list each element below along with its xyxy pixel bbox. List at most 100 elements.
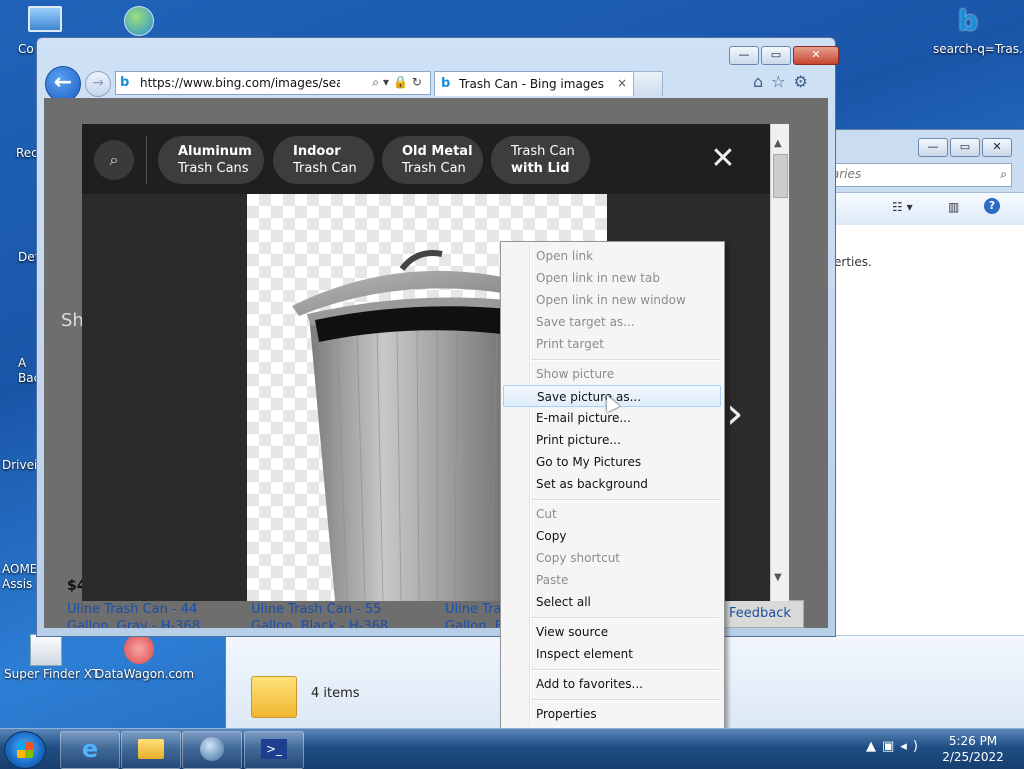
maximize-button[interactable]: ▭ [950,138,980,157]
taskbar-explorer[interactable] [121,731,181,769]
desktop-icon-label[interactable]: Drivei [2,458,37,472]
menu-item-view-source[interactable]: View source [503,621,721,643]
desktop-icon-bing-shortcut[interactable]: b [958,6,988,38]
clock[interactable]: 5:26 PM 2/25/2022 [930,733,1016,765]
close-icon[interactable]: ✕ [708,144,738,174]
scroll-thumb[interactable] [773,154,788,198]
new-tab-button[interactable] [633,71,663,96]
menu-item-open-link-new-window[interactable]: Open link in new window [503,289,721,311]
start-button[interactable] [4,731,46,769]
powershell-icon: >_ [261,739,287,759]
close-button[interactable]: ✕ [793,46,839,65]
taskbar: e >_ ▲▣◂) 5:26 PM 2/25/2022 [0,728,1024,769]
maximize-button[interactable]: ▭ [761,46,791,65]
address-bar[interactable]: b https://www.bing.com/images/search?vi … [115,71,431,95]
view-options-icon[interactable]: ☷ ▾ [892,200,913,214]
feedback-button[interactable]: Feedback [716,600,804,628]
ie-icon: e [81,735,99,763]
bing-favicon-icon: b [120,75,130,90]
tab-bing-images[interactable]: b Trash Can - Bing images × [434,71,634,96]
help-icon[interactable]: ? [984,198,1000,214]
chip-trash-can-with-lid[interactable]: Trash Can with Lid [491,136,590,184]
tray-expand-icon[interactable]: ▲ [866,739,882,754]
menu-item-select-all[interactable]: Select all [503,591,721,613]
address-actions-icon[interactable]: ⌕▾🔒↻ [372,75,426,90]
home-icon[interactable]: ⌂ [753,72,771,91]
chip-aluminum-trash-cans[interactable]: Aluminum Trash Cans [158,136,264,184]
desktop-icon-label[interactable]: A Bac [18,356,40,386]
desktop-icon-computer[interactable] [28,6,64,36]
menu-item-properties[interactable]: Properties [503,703,721,725]
vertical-scrollbar[interactable]: ▲ ▼ [770,124,789,601]
search-icon[interactable]: ⌕ [94,140,134,180]
computer-icon [28,6,62,32]
url-text: https://www.bing.com/images/search?vi [140,76,340,90]
clock-time: 5:26 PM [948,734,998,748]
taskbar-ie[interactable]: e [60,731,120,769]
item-count: 4 items [311,686,360,701]
desktop-icon-label[interactable]: search-q=Tras... [933,42,1024,56]
search-icon: ⌕ [1000,167,1007,181]
folder-icon [138,739,164,759]
next-image-arrow-icon[interactable]: › [726,392,744,436]
system-tray: ▲▣◂) [866,739,924,754]
tab-title: Trash Can - Bing images [459,77,605,91]
menu-divider [531,499,719,501]
desktop-icon-label[interactable]: Rec [16,146,38,160]
menu-item-print-picture[interactable]: Print picture... [503,429,721,451]
menu-item-go-to-my-pictures[interactable]: Go to My Pictures [503,451,721,473]
desktop-icon-label[interactable]: Super Finder XT [4,667,99,681]
minimize-button[interactable]: — [918,138,948,157]
content-text: erties. [834,255,872,269]
taskbar-powershell[interactable]: >_ [244,731,304,769]
volume-icon[interactable]: ◂) [900,739,924,754]
globe-icon [124,6,154,36]
chip-indoor-trash-can[interactable]: Indoor Trash Can [273,136,374,184]
minimize-button[interactable]: — [729,46,759,65]
menu-item-paste[interactable]: Paste [503,569,721,591]
scroll-down-icon[interactable]: ▼ [774,572,782,583]
network-icon[interactable]: ▣ [882,739,900,754]
menu-item-email-picture[interactable]: E-mail picture... [503,407,721,429]
menu-divider [531,359,719,361]
close-button[interactable]: ✕ [982,138,1012,157]
tab-close-icon[interactable]: × [617,76,627,90]
forward-button[interactable]: → [85,71,111,97]
chip-old-metal-trash-can[interactable]: Old Metal Trash Can [382,136,483,184]
scroll-up-icon[interactable]: ▲ [774,138,782,149]
desktop-icon-label: Co [18,42,34,56]
menu-item-open-link[interactable]: Open link [503,245,721,267]
desktop-icon-network[interactable] [124,6,154,36]
menu-item-copy-shortcut[interactable]: Copy shortcut [503,547,721,569]
gear-icon[interactable]: ⚙ [794,72,816,91]
menu-item-save-target[interactable]: Save target as... [503,311,721,333]
taskbar-app[interactable] [182,731,242,769]
sphere-icon [200,737,224,761]
back-button[interactable]: ← [45,66,81,102]
menu-item-cut[interactable]: Cut [503,503,721,525]
desktop-icon-super-finder[interactable] [30,634,62,666]
menu-item-inspect-element[interactable]: Inspect element [503,643,721,665]
menu-divider [531,617,719,619]
clock-date: 2/25/2022 [942,750,1004,764]
menu-item-open-link-new-tab[interactable]: Open link in new tab [503,267,721,289]
bing-icon: b [958,4,979,37]
folder-icon [251,676,297,718]
desktop-icon-label[interactable]: DataWagon.com [95,667,194,681]
menu-divider [531,669,719,671]
page-heading: Sh [61,310,84,331]
menu-item-print-target[interactable]: Print target [503,333,721,355]
related-searches-bar: ⌕ Aluminum Trash Cans Indoor Trash Can O… [82,124,772,194]
favorites-star-icon[interactable]: ☆ [771,72,793,91]
result-caption[interactable]: Uline Tras Gallon, Bl [445,601,508,628]
menu-item-show-picture[interactable]: Show picture [503,363,721,385]
preview-pane-icon[interactable]: ▥ [948,200,959,214]
search-input[interactable]: raries ⌕ [822,163,1012,187]
result-caption[interactable]: Uline Trash Can - 44 Gallon, Gray - H-36… [67,601,200,628]
desktop-icon-label[interactable]: AOME Assis [2,562,40,592]
menu-item-set-as-background[interactable]: Set as background [503,473,721,495]
result-caption[interactable]: Uline Trash Can - 55 Gallon, Black - H-3… [251,601,388,628]
menu-item-add-to-favorites[interactable]: Add to favorites... [503,673,721,695]
desktop-icon-datawagon[interactable] [124,634,154,664]
menu-item-copy[interactable]: Copy [503,525,721,547]
